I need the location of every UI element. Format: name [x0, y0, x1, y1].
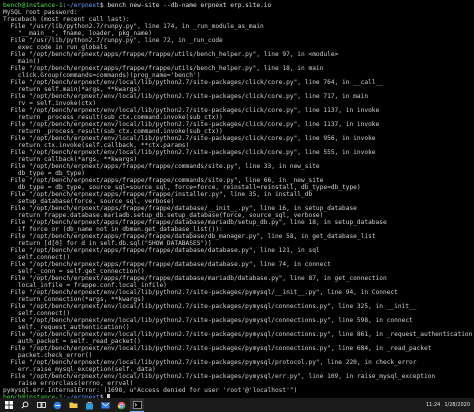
terminal-output-line: self._conn = self.get_connection(): [3, 268, 145, 275]
terminal-output-line: main(): [3, 58, 41, 65]
search-icon[interactable]: [18, 398, 32, 412]
terminal-output-line: return _process_result(sub_ctx.command.i…: [3, 114, 223, 121]
terminal-output-line: local_infile = frappe.conf.local_infile): [3, 282, 167, 289]
terminal-output-line: if force or (db_name not in dbman.get_da…: [3, 226, 223, 233]
prompt-user: bench@instance-1: [3, 2, 63, 9]
terminal-icon[interactable]: [130, 398, 144, 412]
terminal-output-line: setup_database(force, source_sql, verbos…: [3, 198, 175, 205]
store-icon[interactable]: [82, 398, 96, 412]
terminal-output-line: self.connect(): [3, 254, 71, 261]
clock-time[interactable]: 11:24: [426, 402, 440, 408]
terminal-output-line: File "/opt/bench/erpnext/env/local/lib/p…: [3, 107, 380, 114]
terminal-output-line: File "/opt/bench/erpnext/env/local/lib/p…: [3, 149, 376, 156]
chrome-icon[interactable]: [114, 398, 128, 412]
terminal-output-line: File "/opt/bench/erpnext/env/local/lib/p…: [3, 345, 432, 352]
file-explorer-icon[interactable]: [66, 398, 80, 412]
terminal-output-line: File "/opt/bench/erpnext/apps/frappe/fra…: [3, 51, 339, 58]
edge-browser-icon[interactable]: [50, 398, 64, 412]
terminal-output-line: File "/opt/bench/erpnext/apps/frappe/fra…: [3, 261, 331, 268]
terminal-output-line: File "/opt/bench/erpnext/apps/frappe/fra…: [3, 177, 324, 184]
terminal-output-line: File "/opt/bench/erpnext/env/local/lib/p…: [3, 135, 376, 142]
terminal-output-line: File "/usr/lib/python2.7/runpy.py", line…: [3, 37, 223, 44]
clock-date[interactable]: 1/28/2020: [444, 402, 470, 408]
task-view-icon[interactable]: [34, 398, 48, 412]
terminal-window[interactable]: bench@instance-1:~/erpnext$ bench new-si…: [0, 0, 474, 398]
windows-start-icon[interactable]: [2, 398, 16, 412]
terminal-output-line: File "/usr/lib/python2.7/runpy.py", line…: [3, 23, 264, 30]
terminal-output-line: rv = self.invoke(ctx): [3, 100, 97, 107]
prompt-path: ~/erpnext: [66, 2, 100, 9]
terminal-output-line: MySQL root password:: [3, 9, 78, 16]
terminal-output-line: return callback(*args, **kwargs): [3, 156, 138, 163]
terminal-output-line: File "/opt/bench/erpnext/env/local/lib/p…: [3, 359, 417, 366]
terminal-output-line: return frappe.database.mariadb.setup_db.…: [3, 212, 324, 219]
mail-icon[interactable]: [98, 398, 112, 412]
terminal-output-line: pymysql.err.InternalError: (1698, u"Acce…: [3, 387, 298, 394]
terminal-output-line: Traceback (most recent call last):: [3, 16, 130, 23]
terminal-output-line: File "/opt/bench/erpnext/apps/frappe/fra…: [3, 275, 387, 282]
terminal-output-line: db_type = db_type): [3, 170, 85, 177]
terminal-output-line: self._request_authentication(): [3, 324, 130, 331]
command-text: $ bench new-site --db-name erpnext erp.s…: [99, 2, 272, 9]
terminal-output-line: File "/opt/bench/erpnext/apps/frappe/fra…: [3, 163, 320, 170]
terminal-output-line: return self.main(*args, **kwargs): [3, 86, 141, 93]
terminal-output-line: File "/opt/bench/erpnext/env/local/lib/p…: [3, 303, 417, 310]
terminal-output-line: File "/opt/bench/erpnext/apps/frappe/fra…: [3, 219, 387, 226]
terminal-output-line: exec code in run_globals: [3, 44, 108, 51]
terminal-output-line: packet.check_error(): [3, 352, 93, 359]
terminal-output-line: File "/opt/bench/erpnext/env/local/lib/p…: [3, 331, 473, 338]
terminal-output-line: "__main__", fname, loader, pkg_name): [3, 30, 153, 37]
terminal-output-line: return _process_result(sub_ctx.command.i…: [3, 128, 223, 135]
terminal-output-line: File "/opt/bench/erpnext/apps/frappe/fra…: [3, 247, 320, 254]
terminal-output-line: File "/opt/bench/erpnext/env/local/lib/p…: [3, 373, 436, 380]
terminal-output-line: File "/opt/bench/erpnext/env/local/lib/p…: [3, 79, 383, 86]
terminal-output-line: return [d[0] for d in self.db.sql("SHOW …: [3, 240, 212, 247]
terminal-output-line: return Connection(*args, **kwargs): [3, 296, 145, 303]
terminal-output-line: return ctx.invoke(self.callback, **ctx.p…: [3, 142, 190, 149]
command-line: bench@instance-1:~/erpnext$ bench new-si…: [3, 2, 272, 9]
terminal-output-line: err.raise_mysql_exception(self._data): [3, 366, 156, 373]
taskbar: 11:24 1/28/2020: [0, 398, 474, 412]
terminal-output-line: File "/opt/bench/erpnext/apps/frappe/fra…: [3, 205, 357, 212]
terminal-output-line: click.Group(commands=commands)(prog_name…: [3, 72, 201, 79]
terminal-output-line: db_type = db_type, source_sql=source_sql…: [3, 184, 361, 191]
terminal-output-line: auth_packet = self._read_packet(): [3, 338, 141, 345]
terminal-output-line: File "/opt/bench/erpnext/env/local/lib/p…: [3, 93, 369, 100]
terminal-output: MySQL root password: Traceback (most rece…: [3, 9, 474, 394]
terminal-output-line: File "/opt/bench/erpnext/apps/frappe/fra…: [3, 233, 376, 240]
terminal-output-line: File "/opt/bench/erpnext/env/local/lib/p…: [3, 317, 413, 324]
terminal-output-line: raise errorclass(errno, errval): [3, 380, 134, 387]
terminal-output-line: File "/opt/bench/erpnext/apps/frappe/fra…: [3, 65, 324, 72]
terminal-output-line: File "/opt/bench/erpnext/env/local/lib/p…: [3, 289, 398, 296]
terminal-output-line: self.connect(): [3, 310, 71, 317]
terminal-output-line: File "/opt/bench/erpnext/env/local/lib/p…: [3, 121, 380, 128]
terminal-output-line: File "/opt/bench/erpnext/apps/frappe/fra…: [3, 191, 313, 198]
